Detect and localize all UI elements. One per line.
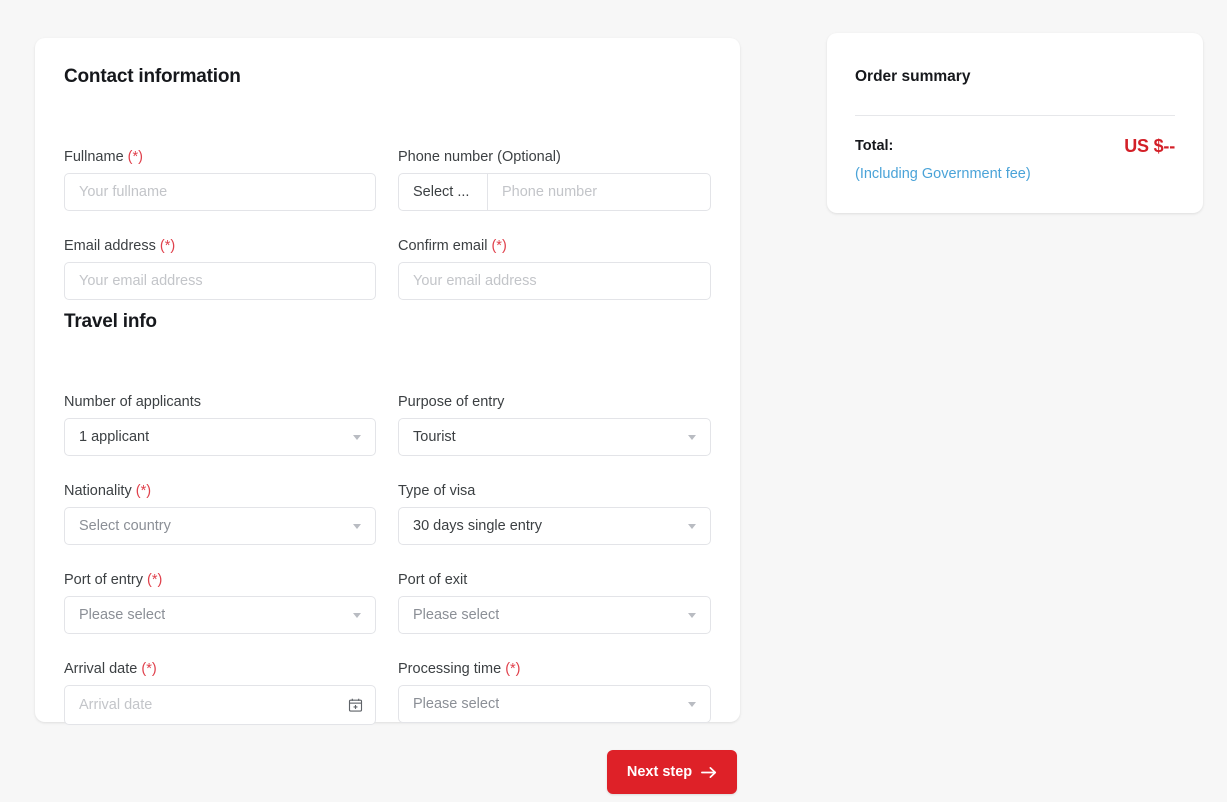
phone-number-placeholder: Phone number bbox=[502, 184, 598, 200]
phone-number-label: Phone number (Optional) bbox=[398, 149, 561, 165]
field-nationality: Nationality (*) Select country bbox=[64, 482, 376, 545]
field-processing-time: Processing time (*) Please select bbox=[398, 660, 711, 723]
port-of-entry-label: Port of entry (*) bbox=[64, 571, 376, 589]
chevron-down-icon bbox=[353, 435, 361, 440]
fullname-label-text: Fullname bbox=[64, 149, 124, 165]
confirm-email-label: Confirm email (*) bbox=[398, 237, 711, 255]
confirm-email-placeholder: Your email address bbox=[413, 273, 537, 289]
phone-number-group: Select ... Phone number bbox=[398, 173, 711, 211]
arrival-date-placeholder: Arrival date bbox=[79, 697, 153, 713]
field-fullname: Fullname (*) Your fullname bbox=[64, 148, 376, 211]
government-fee-note: (Including Government fee) bbox=[855, 166, 1031, 182]
arrow-right-icon bbox=[701, 766, 717, 779]
purpose-of-entry-label: Purpose of entry bbox=[398, 394, 505, 410]
field-number-of-applicants: Number of applicants 1 applicant bbox=[64, 393, 376, 456]
next-step-button[interactable]: Next step bbox=[607, 750, 737, 794]
order-summary-card: Order summary Total: US $-- (Including G… bbox=[827, 33, 1203, 213]
number-of-applicants-select[interactable]: 1 applicant bbox=[64, 418, 376, 456]
next-step-label: Next step bbox=[626, 764, 693, 780]
processing-time-select[interactable]: Please select bbox=[398, 685, 711, 723]
required-marker: (*) bbox=[159, 238, 176, 254]
purpose-of-entry-select[interactable]: Tourist bbox=[398, 418, 711, 456]
port-of-exit-select[interactable]: Please select bbox=[398, 596, 711, 634]
required-marker: (*) bbox=[491, 238, 507, 254]
nationality-label: Nationality (*) bbox=[64, 482, 376, 500]
total-label: Total: bbox=[855, 138, 894, 154]
required-marker: (*) bbox=[505, 661, 521, 677]
field-phone-number: Phone number (Optional) Select ... Phone… bbox=[398, 148, 711, 211]
type-of-visa-value: 30 days single entry bbox=[413, 518, 542, 534]
processing-time-label: Processing time (*) bbox=[398, 660, 711, 678]
confirm-email-label-text: Confirm email bbox=[398, 238, 488, 254]
fullname-input[interactable]: Your fullname bbox=[64, 173, 376, 211]
chevron-down-icon bbox=[353, 613, 361, 618]
port-of-entry-label-text: Port of entry bbox=[64, 572, 143, 588]
phone-country-code-select[interactable]: Select ... bbox=[398, 173, 488, 211]
port-of-entry-value: Please select bbox=[79, 607, 166, 623]
arrival-date-input[interactable]: Arrival date bbox=[64, 685, 376, 725]
chevron-down-icon bbox=[688, 435, 696, 440]
arrival-date-label: Arrival date (*) bbox=[64, 660, 376, 678]
required-marker: (*) bbox=[135, 483, 152, 499]
number-of-applicants-label: Number of applicants bbox=[64, 394, 202, 410]
chevron-down-icon bbox=[688, 524, 696, 529]
application-form-card: Contact information Fullname (*) Your fu… bbox=[35, 38, 740, 725]
nationality-label-text: Nationality bbox=[64, 483, 132, 499]
field-port-of-entry: Port of entry (*) Please select bbox=[64, 571, 376, 634]
chevron-down-icon bbox=[688, 613, 696, 618]
nationality-select[interactable]: Select country bbox=[64, 507, 376, 545]
phone-number-input[interactable]: Phone number bbox=[488, 173, 711, 211]
processing-time-label-text: Processing time bbox=[398, 661, 502, 677]
field-confirm-email: Confirm email (*) Your email address bbox=[398, 237, 711, 300]
divider bbox=[855, 115, 1175, 116]
total-amount: US $-- bbox=[1124, 136, 1175, 156]
field-email-address: Email address (*) Your email address bbox=[64, 237, 376, 300]
field-arrival-date: Arrival date (*) Arrival date bbox=[64, 660, 376, 725]
type-of-visa-label: Type of visa bbox=[398, 483, 476, 499]
required-marker: (*) bbox=[147, 572, 163, 588]
email-address-label: Email address (*) bbox=[64, 237, 376, 255]
field-purpose-of-entry: Purpose of entry Tourist bbox=[398, 393, 711, 456]
confirm-email-input[interactable]: Your email address bbox=[398, 262, 711, 300]
fullname-label: Fullname (*) bbox=[64, 148, 376, 166]
fullname-placeholder: Your fullname bbox=[79, 184, 168, 200]
field-type-of-visa: Type of visa 30 days single entry bbox=[398, 482, 711, 545]
processing-time-value: Please select bbox=[413, 696, 500, 712]
email-address-label-text: Email address bbox=[64, 238, 156, 254]
travel-info-heading: Travel info bbox=[64, 311, 157, 332]
contact-information-heading: Contact information bbox=[64, 66, 241, 87]
field-port-of-exit: Port of exit Please select bbox=[398, 571, 711, 634]
purpose-of-entry-value: Tourist bbox=[413, 429, 456, 445]
port-of-entry-select[interactable]: Please select bbox=[64, 596, 376, 634]
chevron-down-icon bbox=[688, 702, 696, 707]
port-of-exit-label: Port of exit bbox=[398, 572, 468, 588]
port-of-exit-value: Please select bbox=[413, 607, 500, 623]
order-summary-heading: Order summary bbox=[855, 68, 971, 85]
calendar-icon[interactable] bbox=[348, 698, 363, 713]
chevron-down-icon bbox=[353, 524, 361, 529]
required-marker: (*) bbox=[141, 661, 157, 677]
type-of-visa-select[interactable]: 30 days single entry bbox=[398, 507, 711, 545]
number-of-applicants-value: 1 applicant bbox=[79, 429, 150, 445]
arrival-date-label-text: Arrival date bbox=[64, 661, 138, 677]
visa-application-page: Contact information Fullname (*) Your fu… bbox=[0, 0, 1227, 802]
required-marker: (*) bbox=[127, 149, 143, 165]
email-address-input[interactable]: Your email address bbox=[64, 262, 376, 300]
email-address-placeholder: Your email address bbox=[79, 273, 203, 289]
nationality-value: Select country bbox=[79, 518, 171, 534]
